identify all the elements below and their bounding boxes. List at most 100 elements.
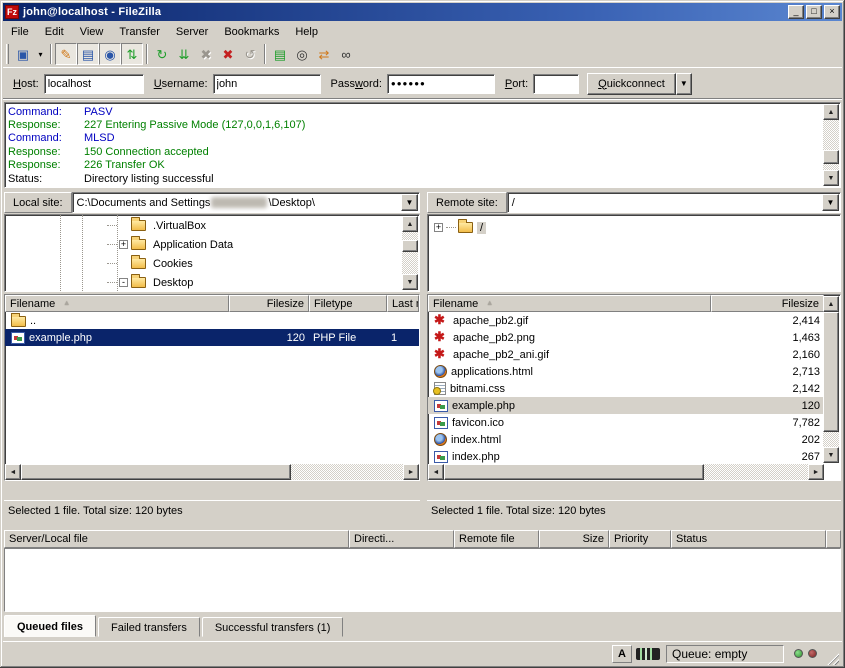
remote-list-vertical-scrollbar[interactable]: ▲ ▼ [823,296,839,463]
refresh-button[interactable]: ↻ [151,43,173,65]
local-tree-toggle-button[interactable]: ▤ [77,43,99,65]
menu-transfer[interactable]: Transfer [111,24,168,40]
expander-icon[interactable]: + [434,223,443,232]
site-manager-button[interactable]: ▣ [12,43,34,65]
scroll-down-button[interactable]: ▼ [402,274,418,290]
find-files-button[interactable]: ∞ [335,43,357,65]
file-row[interactable]: apache_pb2_ani.gif 2,160 [428,346,824,363]
password-input[interactable] [387,74,495,94]
disconnect-icon: ✖ [223,48,234,61]
tab-successful-transfers[interactable]: Successful transfers (1) [202,617,344,637]
close-button[interactable]: × [824,5,840,19]
queue-list[interactable] [4,548,841,612]
column-header-filename[interactable]: Filename▲ [5,295,229,312]
host-input[interactable] [44,74,144,94]
message-log-toggle-button[interactable]: ✎ [55,43,77,65]
menu-edit[interactable]: Edit [37,24,72,40]
scrollbar-thumb[interactable] [823,150,839,164]
file-row[interactable]: applications.html 2,713 [428,363,824,380]
tree-item-desktop[interactable]: - Desktop [5,273,401,292]
process-queue-button[interactable]: ⇊ [173,43,195,65]
scroll-up-button[interactable]: ▲ [823,296,839,312]
remote-list-horizontal-scrollbar[interactable]: ◄ ► [428,464,824,480]
file-row[interactable]: apache_pb2.gif 2,414 [428,312,824,329]
resize-grip[interactable] [826,652,839,665]
column-header-priority[interactable]: Priority [609,530,671,548]
menu-file[interactable]: File [3,24,37,40]
column-header-filetype[interactable]: Filetype [309,295,387,312]
column-header-size[interactable]: Size [539,530,609,548]
file-type-icon [434,382,446,395]
maximize-button[interactable]: □ [806,5,822,19]
menu-view[interactable]: View [72,24,112,40]
scrollbar-thumb[interactable] [444,464,704,480]
menu-bookmarks[interactable]: Bookmarks [216,24,287,40]
menu-help[interactable]: Help [287,24,326,40]
file-row[interactable]: favicon.ico 7,782 [428,414,824,431]
column-header-filename[interactable]: Filename▲ [428,295,711,312]
quickconnect-dropdown-button[interactable]: ▼ [676,73,692,95]
cancel-operation-button[interactable]: ✖ [195,43,217,65]
column-header-server-local-file[interactable]: Server/Local file [4,530,349,548]
tree-item-cookies[interactable]: Cookies [5,254,401,273]
speed-limit-indicator-icon[interactable] [636,648,660,660]
port-input[interactable] [533,74,579,94]
tree-item-application-data[interactable]: + Application Data [5,235,401,254]
file-row-example-php[interactable]: example.php 120 PHP File 1 [5,329,419,346]
scroll-right-button[interactable]: ► [808,464,824,480]
log-vertical-scrollbar[interactable]: ▲ ▼ [823,104,839,186]
tab-failed-transfers[interactable]: Failed transfers [98,617,200,637]
quickconnect-button[interactable]: Quickconnect [587,73,676,95]
column-header-direction[interactable]: Directi... [349,530,454,548]
scroll-down-button[interactable]: ▼ [823,170,839,186]
scrollbar-thumb[interactable] [402,240,418,252]
tree-item-virtualbox[interactable]: .VirtualBox [5,216,401,235]
expander-icon[interactable]: - [119,278,128,287]
scroll-left-button[interactable]: ◄ [5,464,21,480]
minimize-button[interactable]: _ [788,5,804,19]
menu-server[interactable]: Server [168,24,216,40]
reconnect-button[interactable]: ↺ [239,43,261,65]
file-row-example-php[interactable]: example.php 120 [428,397,824,414]
local-list-horizontal-scrollbar[interactable]: ◄ ► [5,464,419,480]
site-manager-dropdown-button[interactable]: ▾ [34,43,47,65]
local-site-combo[interactable]: C:\Documents and Settings\Desktop\ ▼ [72,192,420,213]
chevron-down-icon[interactable]: ▼ [822,194,839,211]
file-row[interactable]: bitnami.css 2,142 [428,380,824,397]
remote-tree-toggle-button[interactable]: ◉ [99,43,121,65]
expander-icon[interactable]: + [119,240,128,249]
synchronized-browsing-button[interactable]: ⇄ [313,43,335,65]
scroll-down-button[interactable]: ▼ [823,447,839,463]
scrollbar-thumb[interactable] [21,464,291,480]
directory-listing-filters-button[interactable]: ▤ [269,43,291,65]
scroll-up-button[interactable]: ▲ [823,104,839,120]
column-header-filesize[interactable]: Filesize [711,295,824,312]
column-header-filesize[interactable]: Filesize [229,295,309,312]
column-header-status[interactable]: Status [671,530,826,548]
chevron-down-icon[interactable]: ▼ [401,194,418,211]
scroll-up-button[interactable]: ▲ [402,216,418,232]
tree-item-root[interactable]: + / [428,218,822,237]
pane-splitter[interactable] [420,192,427,521]
local-tree-vertical-scrollbar[interactable]: ▲ ▼ [402,216,418,290]
scroll-left-button[interactable]: ◄ [428,464,444,480]
scroll-right-button[interactable]: ► [403,464,419,480]
tab-queued-files[interactable]: Queued files [4,615,96,637]
file-type-icon [434,348,449,361]
column-header-remote-file[interactable]: Remote file [454,530,539,548]
file-row[interactable]: index.php 267 [428,448,824,465]
username-input[interactable] [213,74,321,94]
file-row[interactable]: index.html 202 [428,431,824,448]
file-row[interactable]: apache_pb2.png 1,463 [428,329,824,346]
remote-site-combo[interactable]: / ▼ [507,192,841,213]
transfer-queue-toggle-button[interactable]: ⇅ [121,43,143,65]
folder-icon [131,277,146,288]
directory-comparison-button[interactable]: ◎ [291,43,313,65]
data-type-indicator-icon[interactable]: A [612,645,632,663]
disconnect-button[interactable]: ✖ [217,43,239,65]
toolbar-grip[interactable] [6,44,9,64]
scrollbar-thumb[interactable] [823,312,839,432]
file-row-parent-dir[interactable]: .. [5,312,419,329]
title-bar[interactable]: Fz john@localhost - FileZilla _ □ × [3,3,842,21]
column-header-last-modified[interactable]: Last modified [387,295,419,312]
